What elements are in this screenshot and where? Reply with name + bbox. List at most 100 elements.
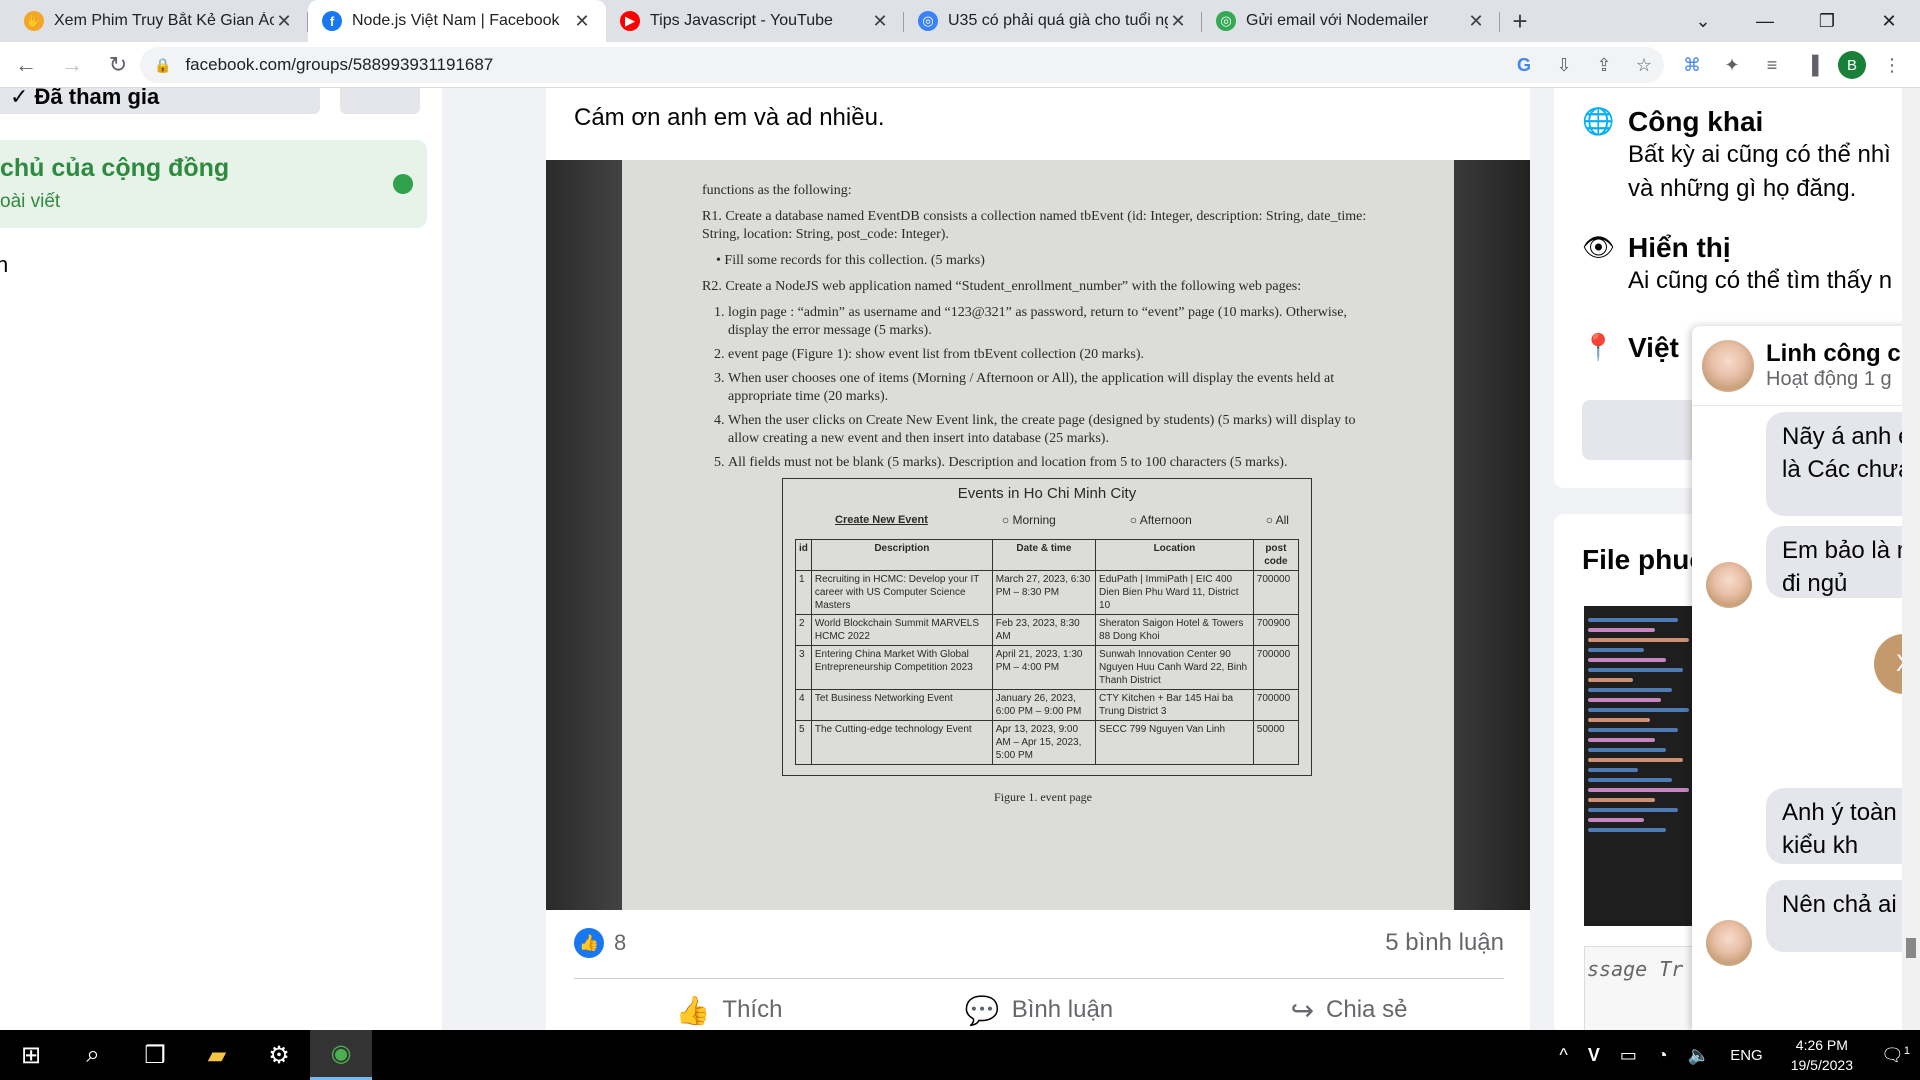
- figure-caption: Figure 1. event page: [994, 790, 1092, 804]
- contact-avatar[interactable]: [1702, 339, 1754, 392]
- share-arrow-icon: ↪: [1290, 994, 1315, 1026]
- tray-chevron-icon[interactable]: ^: [1559, 1045, 1567, 1066]
- tab-search-icon[interactable]: ⌄: [1672, 0, 1734, 42]
- table-header-cell: Description: [810, 539, 993, 571]
- file-explorer-icon[interactable]: ▰: [186, 1030, 248, 1080]
- install-icon[interactable]: ⇩: [1544, 55, 1584, 76]
- browser-tab[interactable]: f Node.js Việt Nam | Facebook ✕: [308, 0, 606, 42]
- share-label: Chia sẻ: [1326, 996, 1408, 1023]
- table-row: 2 World Blockchain Summit MARVELS HCMC 20…: [795, 614, 1300, 646]
- like-reaction-icon[interactable]: 👍: [574, 928, 604, 958]
- tab-close-icon[interactable]: ✕: [572, 11, 592, 32]
- share-icon[interactable]: ⇪: [1584, 55, 1624, 76]
- vpn-icon[interactable]: V: [1588, 1045, 1600, 1066]
- joined-button[interactable]: ✓ Đã tham gia: [0, 88, 320, 114]
- like-count[interactable]: 8: [614, 930, 626, 956]
- file-thumbnail-message[interactable]: ssage Tr: [1584, 946, 1704, 1030]
- side-panel-icon[interactable]: ▐: [1792, 55, 1832, 76]
- forward-button[interactable]: →: [52, 45, 92, 85]
- community-card[interactable]: chủ của cộng đồng oài viết: [0, 140, 427, 228]
- table-cell: 3: [795, 645, 812, 690]
- extensions-puzzle-icon[interactable]: ✦: [1712, 55, 1752, 76]
- table-cell: April 21, 2023, 1:30 PM – 4:00 PM: [991, 645, 1097, 690]
- clock[interactable]: 4:26 PM 19/5/2023: [1791, 1035, 1853, 1075]
- tab-title: Tips Javascript - YouTube: [650, 12, 833, 29]
- eye-icon: 👁: [1582, 232, 1616, 262]
- community-title: chủ của cộng đồng: [0, 154, 230, 182]
- table-row: 1 Recruiting in HCMC: Develop your IT car…: [795, 570, 1300, 615]
- reload-button[interactable]: ↻: [98, 45, 138, 85]
- language-indicator[interactable]: ENG: [1730, 1047, 1763, 1064]
- table-cell: 700000: [1252, 689, 1300, 721]
- table-header-cell: Location: [1095, 539, 1254, 571]
- media-queue-icon[interactable]: ≡: [1752, 55, 1792, 76]
- messenger-chat-window: Linh công c Hoạt động 1 g Nãy á anh em l…: [1692, 326, 1920, 1030]
- restore-button[interactable]: ❐: [1796, 0, 1858, 42]
- like-button[interactable]: 👍 Thích: [574, 988, 884, 1030]
- about-location: 📍 Việt: [1582, 332, 1679, 364]
- share-button[interactable]: ↪ Chia sẻ: [1194, 988, 1504, 1030]
- translate-icon[interactable]: ⌘: [1672, 55, 1712, 76]
- new-tab-button[interactable]: +: [1500, 0, 1540, 42]
- clock-date: 19/5/2023: [1790, 1057, 1854, 1073]
- extensions-area: ⌘ ✦ ≡ ▐ B ⋮: [1672, 47, 1912, 83]
- tab-close-icon[interactable]: ✕: [870, 11, 890, 32]
- google-icon[interactable]: G: [1504, 55, 1544, 76]
- bookmark-star-icon[interactable]: ☆: [1624, 55, 1664, 76]
- notification-icon[interactable]: 🗨1: [1881, 1045, 1910, 1066]
- doc-requirement-item: When user chooses one of items (Morning …: [728, 370, 1384, 406]
- wifi-icon[interactable]: ◔: [1657, 1045, 1668, 1066]
- tab-close-icon[interactable]: ✕: [1466, 11, 1486, 32]
- close-window-button[interactable]: ✕: [1858, 0, 1920, 42]
- doc-requirement-item: When the user clicks on Create New Event…: [728, 412, 1384, 448]
- filter-afternoon: ○ Afternoon: [1129, 513, 1192, 527]
- post-actions: 👍 Thích 💬 Bình luận ↪ Chia sẻ: [574, 988, 1504, 1030]
- doc-intro: functions as the following:: [702, 183, 852, 198]
- tab-close-icon[interactable]: ✕: [274, 11, 294, 32]
- table-cell: 700000: [1252, 570, 1300, 615]
- address-bar[interactable]: 🔒 facebook.com/groups/588993931191687 G …: [140, 47, 1664, 83]
- event-table: id Description Date & time Location post cod…: [795, 539, 1300, 765]
- youtube-icon: ▶: [620, 11, 640, 31]
- battery-icon[interactable]: ▭: [1620, 1045, 1637, 1066]
- comment-count[interactable]: 5 bình luận: [1385, 929, 1504, 957]
- mockup-nav: Create New Event ○ Morning ○ Afternoon ○…: [835, 511, 1289, 529]
- volume-icon[interactable]: 🔈: [1688, 1045, 1710, 1066]
- hand-icon: ✋: [24, 11, 44, 31]
- comment-button[interactable]: 💬 Bình luận: [884, 988, 1194, 1030]
- table-cell: March 27, 2023, 6:30 PM – 8:30 PM: [991, 570, 1097, 615]
- table-cell: Sunwah Innovation Center 90 Nguyen Huu C…: [1095, 645, 1254, 690]
- location-title: Việt: [1628, 332, 1679, 363]
- settings-gear-icon[interactable]: ⚙: [248, 1030, 310, 1080]
- doc-r1-bullet-text: Fill some records for this collection. (…: [724, 253, 985, 268]
- more-options-button[interactable]: [340, 88, 420, 114]
- message-sender-avatar: [1706, 920, 1752, 966]
- table-cell: Recruiting in HCMC: Develop your IT care…: [810, 570, 993, 615]
- lock-icon[interactable]: 🔒: [154, 57, 171, 74]
- chrome-icon[interactable]: ◉: [310, 1030, 372, 1080]
- browser-tab[interactable]: ◎ Gửi email với Nodemailer ✕: [1202, 0, 1500, 42]
- contact-name[interactable]: Linh công c: [1766, 340, 1901, 368]
- online-dot-icon: [393, 174, 413, 194]
- task-view-icon[interactable]: ❒: [124, 1030, 186, 1080]
- post-stats: 👍 8 5 bình luận: [574, 926, 1504, 960]
- search-icon[interactable]: ⌕: [62, 1030, 124, 1080]
- table-cell: 50000: [1252, 720, 1300, 765]
- windows-start-icon[interactable]: ⊞: [0, 1030, 62, 1080]
- page-scrollbar[interactable]: [1902, 88, 1920, 1030]
- table-cell: 1: [795, 570, 812, 615]
- tab-close-icon[interactable]: ✕: [1168, 11, 1188, 32]
- menu-kebab-icon[interactable]: ⋮: [1872, 55, 1912, 76]
- browser-tab[interactable]: ▶ Tips Javascript - YouTube ✕: [606, 0, 904, 42]
- message-sender-avatar: [1706, 562, 1752, 608]
- file-thumbnail-code[interactable]: [1584, 606, 1704, 926]
- minimize-button[interactable]: —: [1734, 0, 1796, 42]
- scrollbar-thumb[interactable]: [1906, 938, 1916, 958]
- back-button[interactable]: ←: [6, 45, 46, 85]
- post-photo[interactable]: functions as the following: R1. Create a…: [546, 160, 1530, 910]
- chat-header[interactable]: Linh công c Hoạt động 1 g: [1692, 326, 1920, 406]
- browser-tab[interactable]: ◎ U35 có phải quá già cho tuổi ngh ✕: [904, 0, 1202, 42]
- browser-tab[interactable]: ✋ Xem Phim Truy Bắt Kẻ Gian Ác Fu✕: [10, 0, 308, 42]
- url-text[interactable]: facebook.com/groups/588993931191687: [185, 55, 1504, 75]
- profile-avatar[interactable]: B: [1838, 51, 1866, 79]
